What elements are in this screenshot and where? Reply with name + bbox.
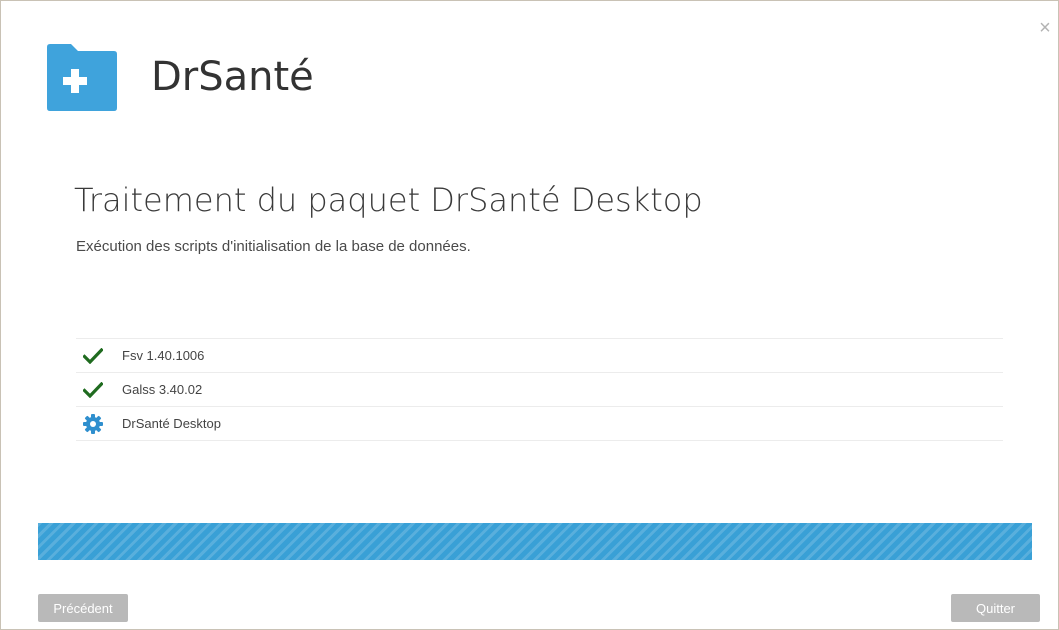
progress-bar (38, 523, 1032, 560)
previous-button[interactable]: Précédent (38, 594, 128, 622)
app-logo: DrSanté (45, 41, 314, 113)
quit-button[interactable]: Quitter (951, 594, 1040, 622)
package-label: Galss 3.40.02 (122, 382, 203, 397)
check-icon (82, 345, 104, 367)
list-item: Fsv 1.40.1006 (76, 339, 1003, 373)
close-icon[interactable]: × (1036, 18, 1054, 38)
package-label: DrSanté Desktop (122, 416, 221, 431)
page-subtitle: Exécution des scripts d'initialisation d… (76, 238, 471, 255)
package-list: Fsv 1.40.1006 Galss 3.40.02 DrSanté Desk… (76, 338, 1003, 441)
folder-plus-icon (47, 44, 117, 111)
page-title: Traitement du paquet DrSanté Desktop (74, 181, 703, 219)
list-item: Galss 3.40.02 (76, 373, 1003, 407)
brand-name: DrSanté (151, 54, 314, 100)
list-item: DrSanté Desktop (76, 407, 1003, 441)
check-icon (82, 379, 104, 401)
package-label: Fsv 1.40.1006 (122, 348, 205, 363)
installer-window: × DrSanté Traitement du paquet DrSanté D… (0, 0, 1059, 630)
gear-icon (82, 413, 104, 435)
